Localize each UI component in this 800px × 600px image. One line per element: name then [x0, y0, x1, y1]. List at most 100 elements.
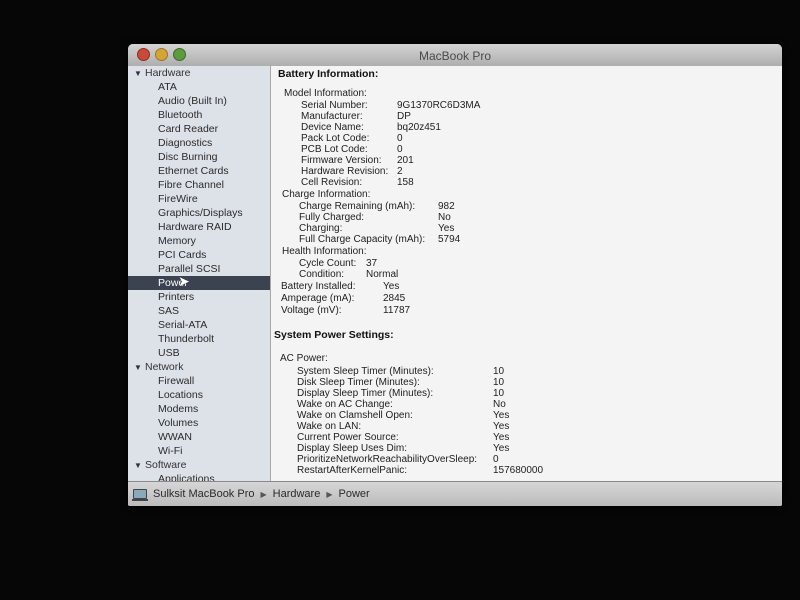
charge-remaining-label: Charge Remaining (mAh):	[299, 201, 416, 212]
current-power-source-label: Current Power Source:	[297, 432, 399, 443]
title-bar[interactable]: MacBook Pro	[128, 44, 782, 67]
sidebar-item-parallel-scsi[interactable]: Parallel SCSI	[128, 262, 270, 276]
wake-on-clamshell-open-value: Yes	[493, 410, 510, 421]
charge-information-heading: Charge Information:	[282, 189, 371, 200]
sidebar-item-serial-ata[interactable]: Serial-ATA	[128, 318, 270, 332]
fully-charged-label: Fully Charged:	[299, 212, 365, 223]
wake-on-clamshell-open-label: Wake on Clamshell Open:	[297, 410, 413, 421]
serial-number-label: Serial Number:	[301, 100, 368, 111]
wake-on-lan-label: Wake on LAN:	[297, 421, 362, 432]
sidebar-item-fibre-channel[interactable]: Fibre Channel	[128, 178, 270, 192]
serial-number-value: 9G1370RC6D3MA	[397, 100, 481, 111]
battery-installed-label: Battery Installed:	[281, 281, 356, 292]
sidebar-item-graphics-displays[interactable]: Graphics/Displays	[128, 206, 270, 220]
sidebar-item-power[interactable]: Power	[128, 276, 270, 290]
sidebar-group-hardware[interactable]: ▼ Hardware	[128, 66, 270, 80]
system-sleep-timer-label: System Sleep Timer (Minutes):	[297, 366, 434, 377]
charge-remaining-value: 982	[438, 201, 455, 212]
prioritize-network-reachability-label: PrioritizeNetworkReachabilityOverSleep:	[297, 454, 478, 465]
system-sleep-timer-value: 10	[493, 366, 505, 377]
cell-revision-label: Cell Revision:	[301, 177, 363, 188]
pack-lot-code-label: Pack Lot Code:	[301, 133, 370, 144]
sidebar-item-firewall[interactable]: Firewall	[128, 374, 270, 388]
sidebar-item-printers[interactable]: Printers	[128, 290, 270, 304]
hardware-revision-value: 2	[397, 166, 403, 177]
firmware-version-value: 201	[397, 155, 414, 166]
cycle-count-label: Cycle Count:	[299, 258, 357, 269]
sidebar-item-memory[interactable]: Memory	[128, 234, 270, 248]
condition-value: Normal	[366, 269, 399, 280]
prioritize-network-reachability-value: 0	[493, 454, 499, 465]
charging-label: Charging:	[299, 223, 343, 234]
firmware-version-label: Firmware Version:	[301, 155, 382, 166]
device-name-label: Device Name:	[301, 122, 364, 133]
sidebar-item-usb[interactable]: USB	[128, 346, 270, 360]
amperage-label: Amperage (mA):	[281, 293, 355, 304]
path-item-power[interactable]: Power	[338, 488, 369, 500]
sidebar-item-diagnostics[interactable]: Diagnostics	[128, 136, 270, 150]
wake-on-lan-value: Yes	[493, 421, 510, 432]
sidebar-group-software[interactable]: ▼ Software	[128, 458, 270, 472]
sidebar-item-ethernet-cards[interactable]: Ethernet Cards	[128, 164, 270, 178]
voltage-label: Voltage (mV):	[281, 305, 342, 316]
sidebar-item-audio[interactable]: Audio (Built In)	[128, 94, 270, 108]
path-bar: Sulksit MacBook Pro ▶ Hardware ▶ Power	[128, 481, 782, 506]
computer-icon	[132, 489, 148, 501]
display-sleep-uses-dim-value: Yes	[493, 443, 510, 454]
system-information-window: MacBook Pro ▼ Hardware ATA Audio (Built I…	[128, 44, 782, 506]
charging-value: Yes	[438, 223, 455, 234]
sidebar-group-network[interactable]: ▼ Network	[128, 360, 270, 374]
cell-revision-value: 158	[397, 177, 414, 188]
display-sleep-timer-label: Display Sleep Timer (Minutes):	[297, 388, 434, 399]
amperage-value: 2845	[383, 293, 406, 304]
ac-power-heading: AC Power:	[280, 353, 328, 364]
pcb-lot-code-label: PCB Lot Code:	[301, 144, 368, 155]
display-sleep-timer-value: 10	[493, 388, 505, 399]
path-separator-icon: ▶	[260, 489, 267, 499]
detail-pane[interactable]: Battery Information: Model Information: …	[271, 66, 782, 482]
pcb-lot-code-value: 0	[397, 144, 403, 155]
pack-lot-code-value: 0	[397, 133, 403, 144]
disclosure-triangle-icon[interactable]: ▼	[134, 361, 145, 375]
sidebar-item-bluetooth[interactable]: Bluetooth	[128, 108, 270, 122]
fully-charged-value: No	[438, 212, 451, 223]
sidebar-item-thunderbolt[interactable]: Thunderbolt	[128, 332, 270, 346]
battery-installed-value: Yes	[383, 281, 400, 292]
sidebar-item-volumes[interactable]: Volumes	[128, 416, 270, 430]
window-title: MacBook Pro	[418, 49, 492, 63]
hardware-revision-label: Hardware Revision:	[301, 166, 389, 177]
sidebar-item-ata[interactable]: ATA	[128, 80, 270, 94]
health-information-heading: Health Information:	[282, 246, 367, 257]
condition-label: Condition:	[299, 269, 345, 280]
voltage-value: 11787	[383, 305, 411, 316]
sidebar-item-locations[interactable]: Locations	[128, 388, 270, 402]
disclosure-triangle-icon[interactable]: ▼	[134, 67, 145, 81]
battery-information-heading: Battery Information:	[278, 68, 379, 80]
sidebar-item-wwan[interactable]: WWAN	[128, 430, 270, 444]
display-sleep-uses-dim-label: Display Sleep Uses Dim:	[297, 443, 408, 454]
sidebar-item-wi-fi[interactable]: Wi-Fi	[128, 444, 270, 458]
manufacturer-value: DP	[397, 111, 411, 122]
current-power-source-value: Yes	[493, 432, 510, 443]
disk-sleep-timer-label: Disk Sleep Timer (Minutes):	[297, 377, 420, 388]
wake-on-ac-change-label: Wake on AC Change:	[297, 399, 393, 410]
device-name-value: bq20z451	[397, 122, 441, 133]
path-item-computer[interactable]: Sulksit MacBook Pro	[153, 488, 254, 500]
sidebar-item-hardware-raid[interactable]: Hardware RAID	[128, 220, 270, 234]
sidebar[interactable]: ▼ Hardware ATA Audio (Built In) Bluetooth…	[128, 66, 271, 482]
full-charge-capacity-value: 5794	[438, 234, 461, 245]
sidebar-item-card-reader[interactable]: Card Reader	[128, 122, 270, 136]
sidebar-item-firewire[interactable]: FireWire	[128, 192, 270, 206]
disk-sleep-timer-value: 10	[493, 377, 505, 388]
full-charge-capacity-label: Full Charge Capacity (mAh):	[299, 234, 426, 245]
cycle-count-value: 37	[366, 258, 378, 269]
mouse-pointer-icon: ➤	[178, 273, 190, 289]
sidebar-item-disc-burning[interactable]: Disc Burning	[128, 150, 270, 164]
sidebar-item-modems[interactable]: Modems	[128, 402, 270, 416]
restart-after-kernel-panic-label: RestartAfterKernelPanic:	[297, 465, 408, 476]
sidebar-item-sas[interactable]: SAS	[128, 304, 270, 318]
disclosure-triangle-icon[interactable]: ▼	[134, 459, 145, 473]
restart-after-kernel-panic-value: 157680000	[493, 465, 544, 476]
sidebar-item-pci-cards[interactable]: PCI Cards	[128, 248, 270, 262]
path-item-hardware[interactable]: Hardware	[273, 488, 321, 500]
